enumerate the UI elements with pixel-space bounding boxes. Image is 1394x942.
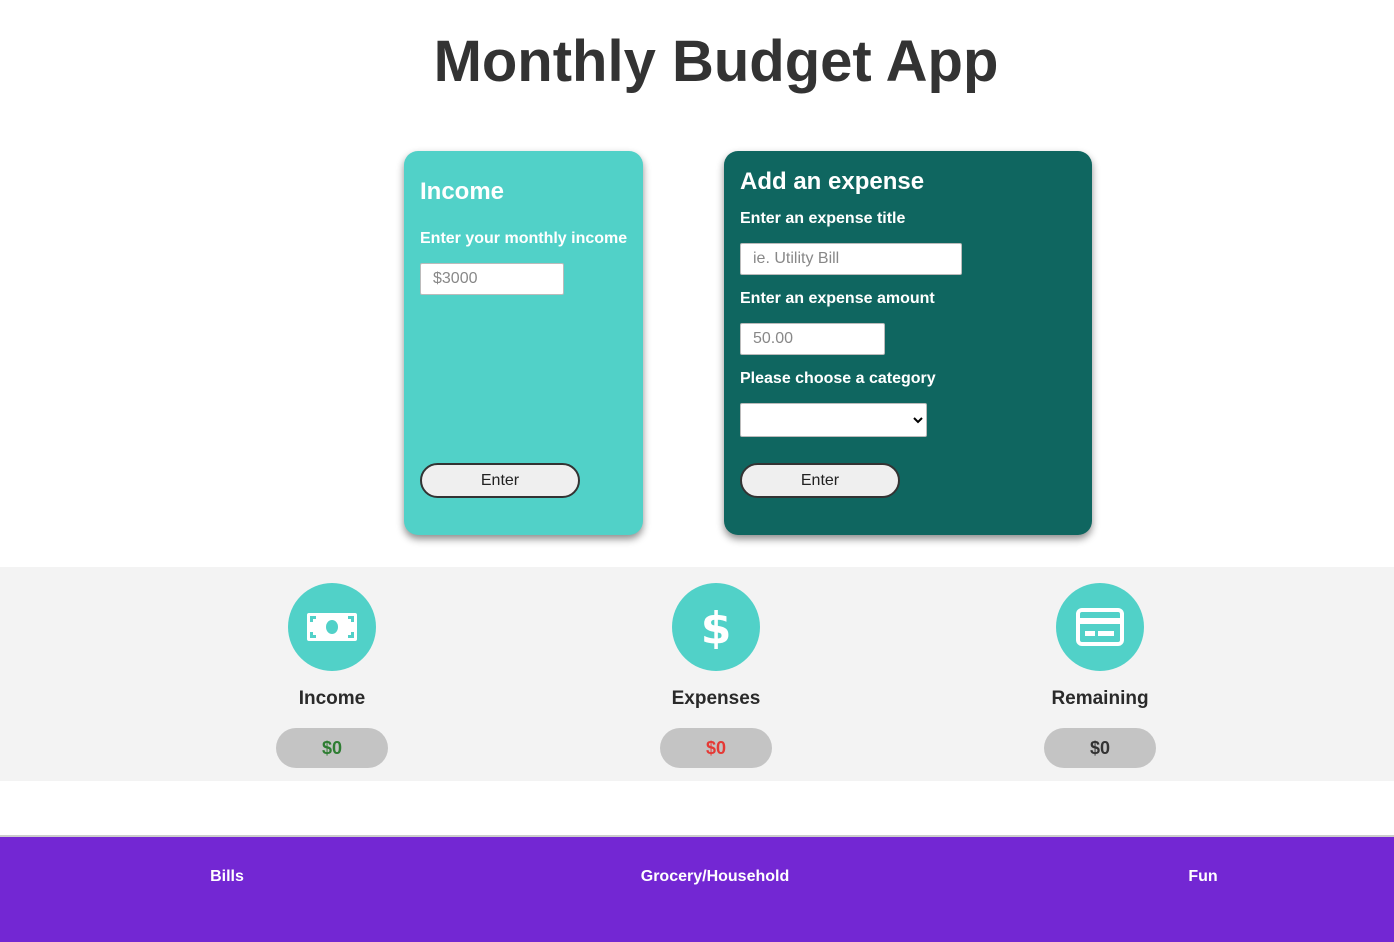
expense-title-label: Enter an expense title	[740, 210, 906, 227]
expense-title-input[interactable]	[740, 243, 962, 275]
income-enter-button[interactable]: Enter	[420, 463, 580, 498]
remaining-summary: Remaining $0	[1040, 583, 1160, 768]
expense-amount-input[interactable]	[740, 323, 885, 355]
expenses-summary: $ Expenses $0	[656, 583, 776, 768]
income-input[interactable]	[420, 263, 564, 295]
expense-enter-button[interactable]: Enter	[740, 463, 900, 498]
category-footer: Bills Grocery/Household Fun	[0, 835, 1394, 942]
category-select[interactable]	[740, 403, 927, 437]
income-card-heading: Income	[420, 178, 505, 205]
summary-section: Income $0 $ Expenses $0 Remaining $0	[0, 567, 1394, 781]
expenses-summary-label: Expenses	[671, 688, 761, 709]
income-card: Income Enter your monthly income Enter	[404, 151, 643, 535]
expenses-summary-value: $0	[660, 728, 772, 768]
income-label: Enter your monthly income	[420, 230, 628, 247]
dollar-icon: $	[672, 583, 760, 671]
category-grocery-household[interactable]: Grocery/Household	[641, 868, 789, 886]
income-summary-label: Income	[298, 688, 366, 709]
category-bills[interactable]: Bills	[210, 868, 244, 886]
expense-card-heading: Add an expense	[740, 168, 925, 195]
remaining-summary-value: $0	[1044, 728, 1156, 768]
expense-amount-label: Enter an expense amount	[740, 290, 935, 307]
expense-card: Add an expense Enter an expense title En…	[724, 151, 1092, 535]
category-fun[interactable]: Fun	[1188, 868, 1217, 886]
page-title: Monthly Budget App	[433, 29, 999, 94]
income-summary-value: $0	[276, 728, 388, 768]
remaining-summary-label: Remaining	[1051, 688, 1149, 709]
income-summary: Income $0	[272, 583, 392, 768]
category-label: Please choose a category	[740, 370, 936, 387]
credit-card-icon	[1056, 583, 1144, 671]
cash-icon	[288, 583, 376, 671]
svg-text:$: $	[701, 605, 731, 649]
